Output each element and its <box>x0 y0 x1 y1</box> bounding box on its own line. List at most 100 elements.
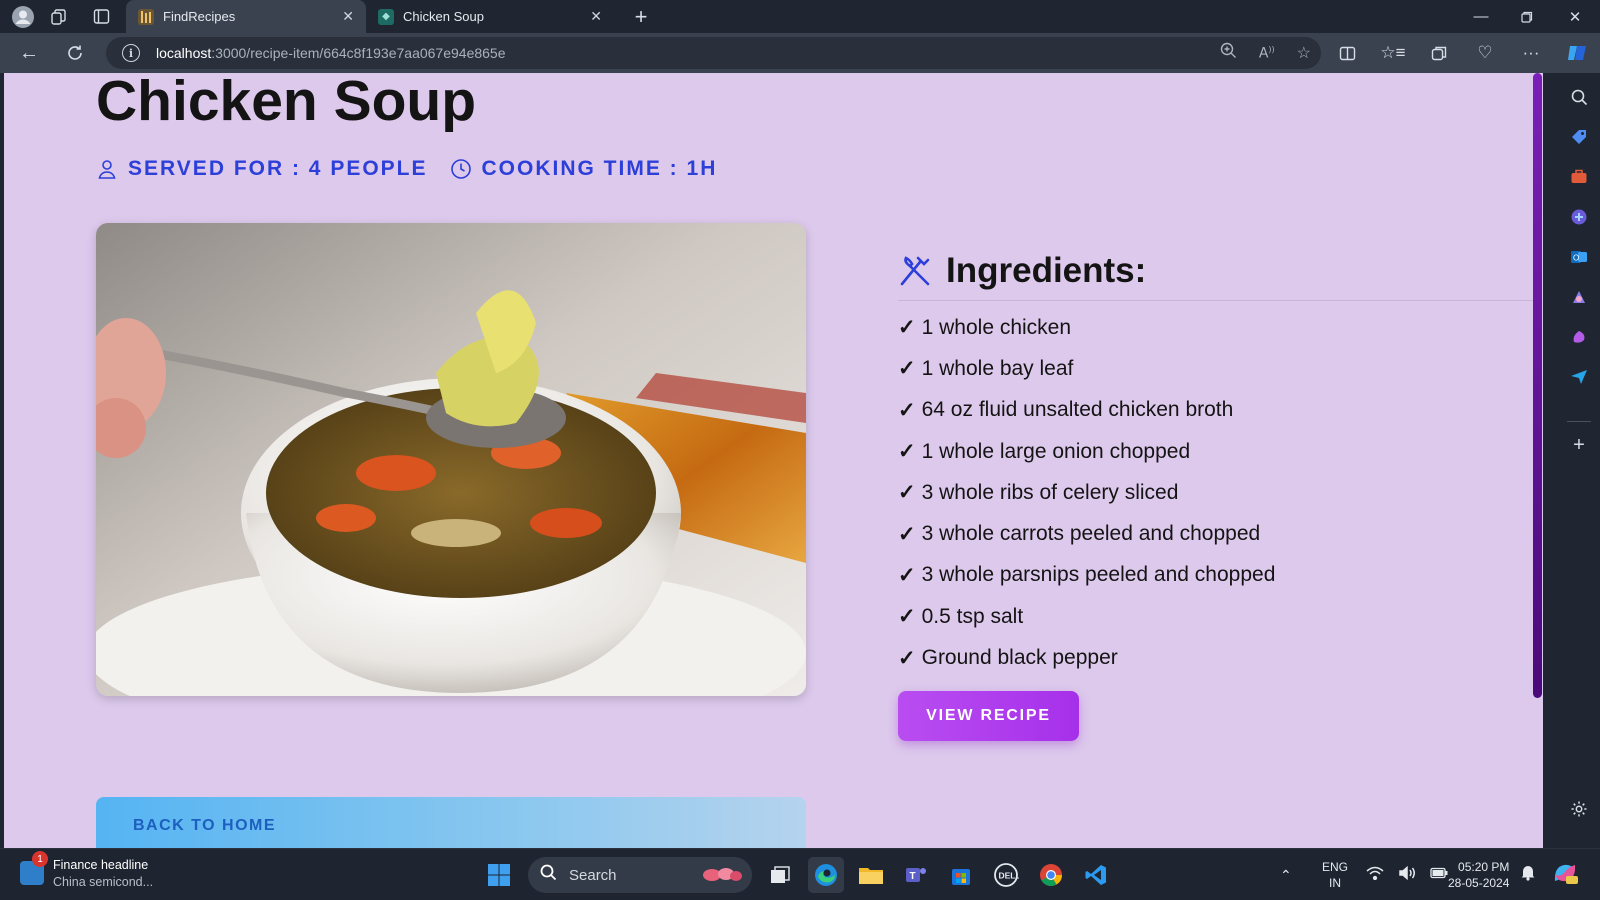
news-text: Finance headline China semicond... <box>53 857 153 891</box>
sidebar-divider <box>1567 421 1591 422</box>
notification-bell-icon[interactable] <box>1520 864 1536 886</box>
chrome-icon[interactable] <box>1033 857 1069 893</box>
scrollbar-thumb[interactable] <box>1533 73 1542 698</box>
page-scrollbar[interactable] <box>1533 73 1543 848</box>
recipe-meta: SERVED FOR : 4 PEOPLE COOKING TIME : 1H <box>96 157 717 181</box>
vscode-icon[interactable] <box>1078 857 1114 893</box>
tab-findrecipes[interactable]: FindRecipes ✕ <box>126 0 366 33</box>
more-options-icon[interactable]: ··· <box>1508 33 1554 73</box>
shopping-tag-icon[interactable] <box>1567 125 1591 149</box>
check-icon: ✓ <box>898 522 916 546</box>
battery-icon[interactable] <box>1430 866 1448 884</box>
address-bar-actions: A)) ☆ <box>1220 37 1311 69</box>
dell-icon[interactable]: DELL <box>988 857 1024 893</box>
notification-badge: 1 <box>32 851 48 867</box>
copilot-icon[interactable] <box>1554 33 1600 73</box>
taskbar-search[interactable]: Search <box>528 857 752 893</box>
check-icon: ✓ <box>898 398 916 422</box>
close-tab-icon[interactable]: ✕ <box>342 8 354 25</box>
time-text: 05:20 PM <box>1458 860 1510 874</box>
ingredient-item: ✓ 3 whole parsnips peeled and chopped <box>898 563 1276 587</box>
cooking-time-text: COOKING TIME : 1H <box>481 157 718 180</box>
served-for-text: SERVED FOR : 4 PEOPLE <box>128 157 428 180</box>
view-recipe-button[interactable]: VIEW RECIPE <box>898 691 1079 741</box>
games-icon[interactable] <box>1567 205 1591 229</box>
volume-icon[interactable] <box>1398 865 1416 886</box>
task-view-icon[interactable] <box>762 857 798 893</box>
recipe-photo <box>96 223 806 696</box>
check-icon: ✓ <box>898 481 916 505</box>
search-icon[interactable] <box>1567 85 1591 109</box>
svg-text:T: T <box>910 871 916 882</box>
office-icon[interactable] <box>1567 285 1591 309</box>
person-icon <box>98 160 116 179</box>
page-favicon-icon: ◆ <box>378 8 394 25</box>
favorite-star-icon[interactable]: ☆ <box>1297 43 1311 63</box>
close-tab-icon[interactable]: ✕ <box>590 8 602 25</box>
new-tab-icon[interactable]: + <box>626 2 656 32</box>
ingredient-item: ✓ 3 whole ribs of celery sliced <box>898 480 1179 505</box>
chevron-up-icon[interactable]: ⌃ <box>1280 867 1292 884</box>
tab-title: FindRecipes <box>163 9 236 24</box>
outlook-icon[interactable]: O <box>1567 245 1591 269</box>
recipe-title: Chicken Soup <box>96 73 477 133</box>
ingredient-item: ✓ Ground black pepper <box>898 646 1118 670</box>
site-info-icon[interactable]: i <box>122 44 140 62</box>
browser-toolbar: ← i localhost:3000/recipe-item/664c8f193… <box>0 33 1600 73</box>
read-aloud-icon[interactable]: A)) <box>1259 45 1275 62</box>
toolbar-right: ☆≡ ♡ ··· <box>1324 33 1600 73</box>
news-icon: 1 <box>20 851 48 885</box>
check-icon: ✓ <box>898 440 916 464</box>
url-text: localhost:3000/recipe-item/664c8f193e7aa… <box>156 45 506 61</box>
designer-icon[interactable] <box>1567 325 1591 349</box>
close-window-icon[interactable]: ✕ <box>1552 0 1598 33</box>
news-widget[interactable]: 1 Finance headline China semicond... <box>20 851 153 891</box>
search-label: Search <box>569 866 617 884</box>
page-viewport: Chicken Soup SERVED FOR : 4 PEOPLE COOKI… <box>4 73 1543 848</box>
check-icon: ✓ <box>898 563 916 587</box>
address-bar[interactable]: i localhost:3000/recipe-item/664c8f193e7… <box>106 37 1321 69</box>
ingredient-item: ✓ 1 whole chicken <box>898 315 1072 340</box>
refresh-icon[interactable] <box>55 36 95 70</box>
notifications-tray <box>1520 849 1536 900</box>
recipe-favicon-icon <box>138 8 154 25</box>
ingredients-header: Ingredients: <box>898 251 1146 291</box>
news-headline: Finance headline <box>53 858 149 872</box>
store-icon[interactable] <box>943 857 979 893</box>
ingredient-item: ✓ 1 whole bay leaf <box>898 356 1074 381</box>
zoom-icon[interactable] <box>1220 42 1237 64</box>
profile-icon[interactable] <box>8 2 38 32</box>
ingredient-item: ✓ 0.5 tsp salt <box>898 604 1024 629</box>
back-to-home-button[interactable]: BACK TO HOME <box>96 797 806 848</box>
settings-gear-icon[interactable] <box>1567 797 1591 821</box>
teams-icon[interactable]: T <box>898 857 934 893</box>
clock-icon <box>450 159 471 179</box>
minimize-icon[interactable]: — <box>1458 0 1504 33</box>
tab-chicken-soup[interactable]: ◆ Chicken Soup ✕ <box>366 0 614 33</box>
add-icon[interactable]: + <box>1567 433 1591 457</box>
system-tray: ⌃ <box>1280 849 1292 900</box>
svg-text:DELL: DELL <box>999 871 1020 881</box>
collections-icon[interactable] <box>1416 33 1462 73</box>
edge-browser-icon[interactable] <box>808 857 844 893</box>
favorites-icon[interactable]: ☆≡ <box>1370 33 1416 73</box>
restore-icon[interactable] <box>1504 0 1550 33</box>
back-icon[interactable]: ← <box>9 36 49 70</box>
edge-sidebar: O + <box>1559 73 1600 848</box>
windows-start-icon[interactable] <box>481 857 517 893</box>
wifi-icon[interactable] <box>1366 866 1384 885</box>
date-text: 28-05-2024 <box>1448 876 1510 890</box>
copilot-taskbar-icon[interactable] <box>1552 861 1578 890</box>
tab-actions-icon[interactable] <box>86 2 116 32</box>
browser-essentials-icon[interactable]: ♡ <box>1462 33 1508 73</box>
tools-icon[interactable] <box>1567 165 1591 189</box>
send-icon[interactable] <box>1567 365 1591 389</box>
ingredient-item: ✓ 64 oz fluid unsalted chicken broth <box>898 398 1234 422</box>
language-indicator[interactable]: ENG IN <box>1322 859 1348 891</box>
ingredient-item: ✓ 3 whole carrots peeled and chopped <box>898 522 1261 546</box>
check-icon: ✓ <box>898 605 916 629</box>
clock[interactable]: 05:20 PM 28-05-2024 <box>1448 859 1509 891</box>
file-explorer-icon[interactable] <box>853 857 889 893</box>
split-screen-icon[interactable] <box>1324 33 1370 73</box>
workspaces-icon[interactable] <box>44 2 74 32</box>
